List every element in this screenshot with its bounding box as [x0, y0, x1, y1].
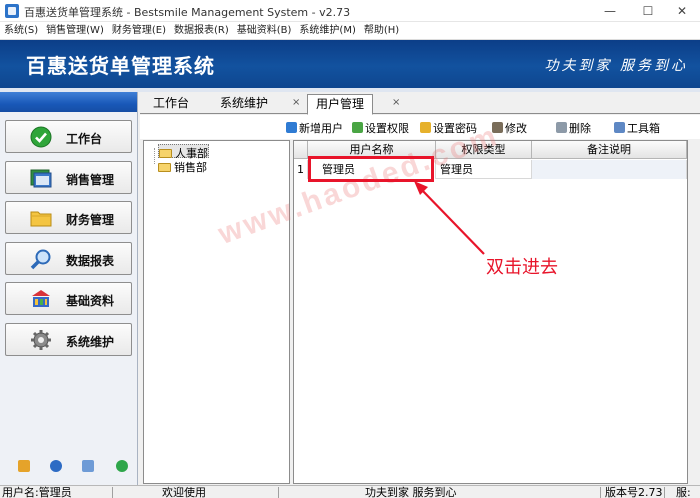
- add-user-button[interactable]: 新增用户: [286, 120, 343, 135]
- status-slogan: 功夫到家 服务到心: [365, 486, 457, 498]
- banner-title: 百惠送货单管理系统: [26, 54, 215, 78]
- nav-basic-data-label: 基础资料: [66, 294, 115, 308]
- open-folder-icon: [159, 149, 172, 158]
- nav-sales-button[interactable]: 销售管理: [5, 161, 132, 194]
- cell-note[interactable]: [532, 160, 687, 179]
- toolbox-button[interactable]: 工具箱: [614, 120, 660, 135]
- plus-icon: [286, 122, 297, 133]
- shield-icon: [352, 122, 363, 133]
- app-banner: 百惠送货单管理系统 功夫到家 服务到心: [0, 40, 700, 88]
- clock-icon[interactable]: [50, 460, 62, 472]
- status-service: 服:: [676, 486, 691, 498]
- status-separator: [664, 487, 665, 498]
- app-icon: [5, 4, 19, 18]
- status-user: 用户名:管理员: [2, 486, 72, 498]
- nav-workbench-label: 工作台: [66, 132, 103, 146]
- menu-finance[interactable]: 财务管理(E): [108, 22, 170, 39]
- tab-maintenance[interactable]: 系统维护: [220, 94, 268, 114]
- tree-connector: [154, 148, 155, 164]
- left-nav-panel: 工作台 销售管理 财务管理 数据报表 基础资料 系统维护: [0, 92, 138, 485]
- banner-slogan: 功夫到家 服务到心: [544, 58, 688, 74]
- nav-maintenance-button[interactable]: 系统维护: [5, 323, 132, 356]
- trash-icon: [556, 122, 567, 133]
- folder-icon: [158, 163, 171, 172]
- gear-icon: [31, 330, 51, 350]
- folder-icon: [30, 211, 52, 227]
- nav-reports-label: 数据报表: [66, 254, 115, 268]
- nav-finance-button[interactable]: 财务管理: [5, 201, 132, 234]
- nav-basic-data-button[interactable]: 基础资料: [5, 282, 132, 315]
- tree-node-hr[interactable]: 人事部: [158, 144, 209, 160]
- menu-system[interactable]: 系统(S): [0, 22, 42, 39]
- menu-bar: 系统(S) 销售管理(W) 财务管理(E) 数据报表(R) 基础资料(B) 系统维护(M)…: [0, 22, 700, 40]
- window-icon: [30, 169, 52, 188]
- window-title: 百惠送货单管理系统 - Bestsmile Management System …: [24, 6, 351, 19]
- minimize-button[interactable]: —: [592, 0, 628, 22]
- maximize-button[interactable]: ☐: [630, 0, 666, 22]
- magnifier-icon: [30, 249, 51, 270]
- lock-icon: [420, 122, 431, 133]
- nav-sales-label: 销售管理: [66, 173, 115, 187]
- building-icon: [32, 290, 50, 307]
- menu-sales[interactable]: 销售管理(W): [42, 22, 108, 39]
- nav-workbench-button[interactable]: 工作台: [5, 120, 132, 153]
- menu-maintenance[interactable]: 系统维护(M): [295, 22, 359, 39]
- status-bar: 用户名:管理员 欢迎使用 功夫到家 服务到心 版本号2.73 服:: [0, 485, 700, 498]
- nav-finance-label: 财务管理: [66, 213, 115, 227]
- title-bar: 百惠送货单管理系统 - Bestsmile Management System …: [0, 0, 700, 22]
- tab-user-management-close-icon[interactable]: ×: [392, 97, 400, 108]
- close-button[interactable]: ✕: [664, 0, 700, 22]
- row-number: 1: [294, 160, 308, 179]
- grid-corner: [294, 141, 308, 159]
- tab-bar: 工作台 系统维护 × 用户管理 ×: [140, 92, 700, 115]
- monitor-icon[interactable]: [82, 460, 94, 472]
- highlight-box: [308, 156, 434, 182]
- tab-maintenance-close-icon[interactable]: ×: [292, 97, 300, 108]
- delete-button[interactable]: 删除: [556, 120, 591, 135]
- tab-user-management[interactable]: 用户管理: [307, 94, 374, 115]
- status-separator: [112, 487, 113, 498]
- refresh-icon[interactable]: [116, 460, 128, 472]
- tab-workbench[interactable]: 工作台: [153, 94, 189, 114]
- tree-node-sales[interactable]: 销售部: [158, 159, 207, 174]
- toolbox-icon: [614, 122, 625, 133]
- check-icon: [30, 126, 52, 148]
- department-tree: 人事部 销售部: [143, 140, 290, 484]
- status-separator: [600, 487, 601, 498]
- left-nav-header: [0, 92, 137, 112]
- menu-help[interactable]: 帮助(H): [360, 22, 403, 39]
- nav-reports-button[interactable]: 数据报表: [5, 242, 132, 275]
- key-icon[interactable]: [18, 460, 30, 472]
- nav-maintenance-label: 系统维护: [66, 335, 115, 349]
- tab-user-management-label: 用户管理: [316, 97, 365, 111]
- annotation-text: 双击进去: [486, 257, 558, 278]
- column-header-note[interactable]: 备注说明: [532, 141, 687, 159]
- toolbar: 新增用户 设置权限 设置密码 修改 删除 工具箱: [140, 115, 700, 139]
- menu-basic-data[interactable]: 基础资料(B): [233, 22, 296, 39]
- menu-reports[interactable]: 数据报表(R): [170, 22, 233, 39]
- status-separator: [278, 487, 279, 498]
- status-welcome: 欢迎使用: [162, 486, 206, 498]
- set-permission-button[interactable]: 设置权限: [352, 120, 409, 135]
- status-version: 版本号2.73: [605, 486, 663, 498]
